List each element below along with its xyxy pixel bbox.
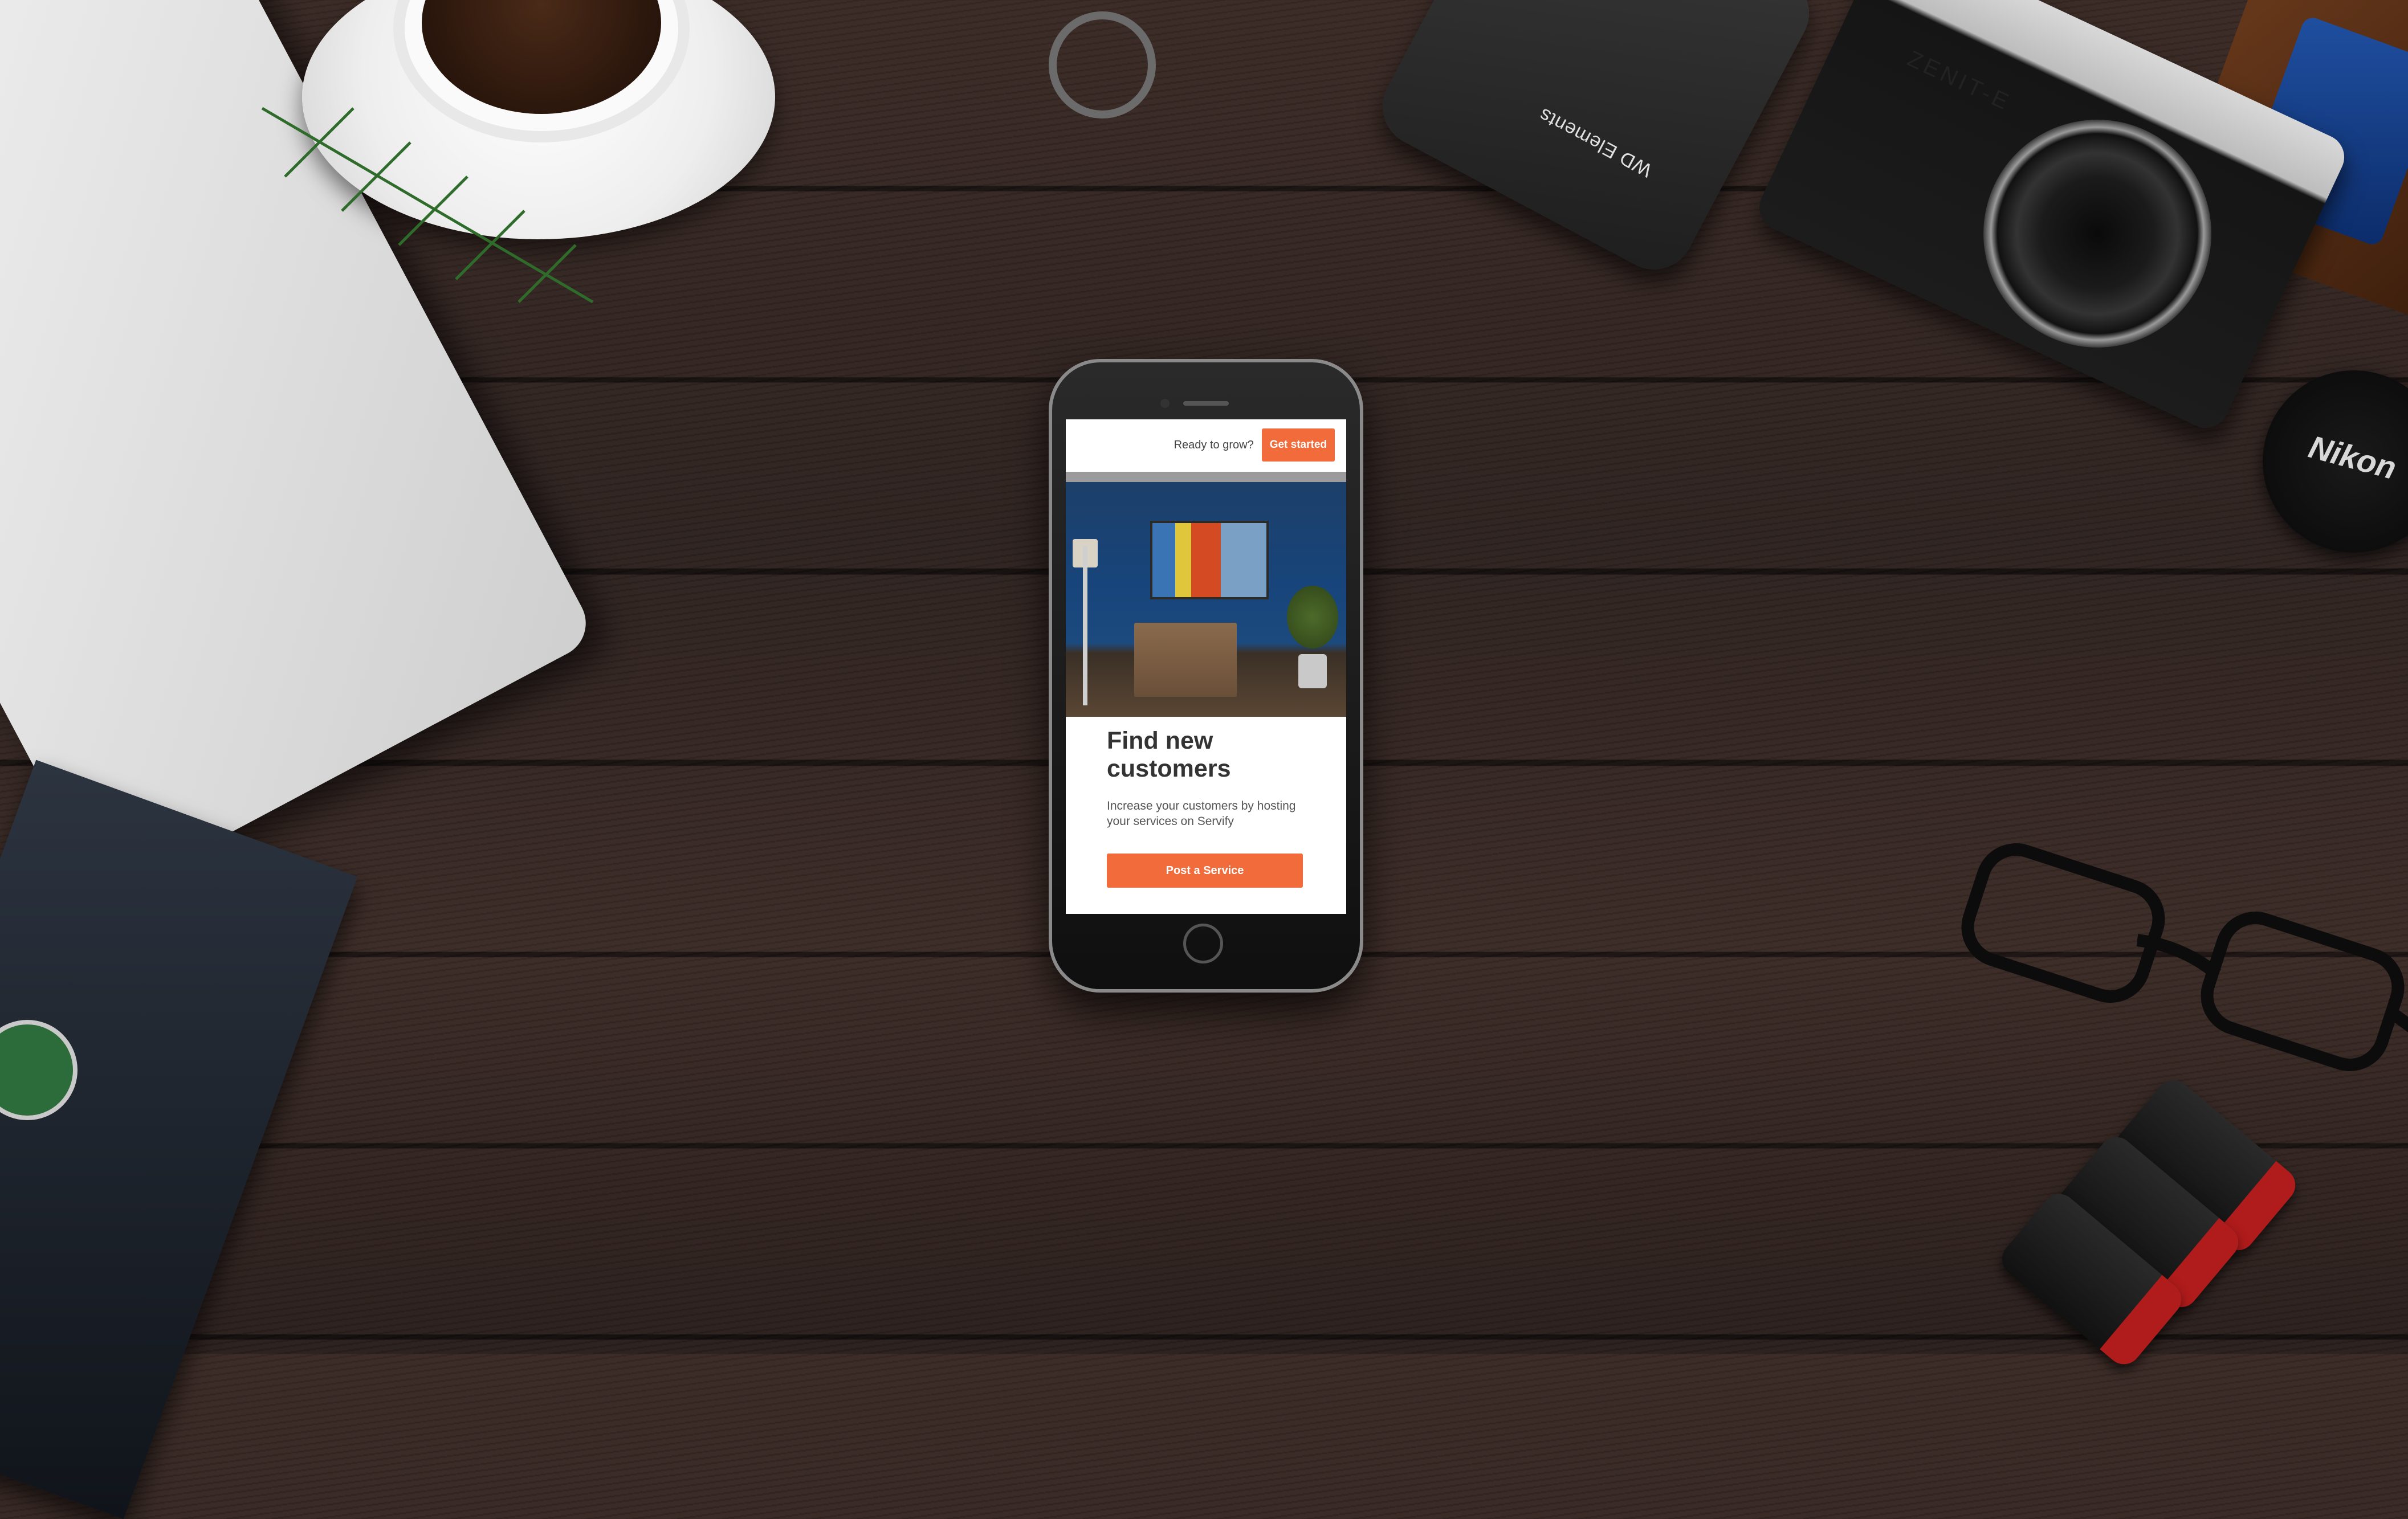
potted-plant — [1287, 586, 1338, 648]
keyring — [1049, 11, 1156, 119]
hero-image — [1066, 472, 1346, 717]
pine-branch — [261, 107, 594, 304]
smartphone: Ready to grow? Get started Find new cust… — [1049, 359, 1363, 993]
eyeglasses — [1961, 843, 2408, 1071]
magazine — [0, 760, 358, 1519]
hero-ceiling — [1066, 472, 1346, 482]
earpiece-speaker — [1183, 401, 1229, 406]
hero-title: Find new customers — [1107, 727, 1231, 783]
camera-lens — [1983, 120, 2211, 348]
header-prompt: Ready to grow? — [1174, 438, 1254, 451]
dresser — [1134, 623, 1237, 697]
phone-screen: Ready to grow? Get started Find new cust… — [1066, 419, 1346, 914]
hero-subtitle: Increase your customers by hosting your … — [1107, 799, 1296, 828]
app-header: Ready to grow? Get started — [1066, 419, 1346, 471]
get-started-button[interactable]: Get started — [1261, 428, 1335, 462]
front-camera — [1160, 399, 1170, 408]
hero-content: Find new customers Increase your custome… — [1107, 727, 1323, 829]
floor-lamp — [1083, 546, 1087, 705]
wall-painting — [1150, 521, 1269, 599]
post-service-button[interactable]: Post a Service — [1107, 854, 1303, 888]
home-button[interactable] — [1183, 924, 1223, 963]
plant-pot — [1298, 654, 1327, 688]
